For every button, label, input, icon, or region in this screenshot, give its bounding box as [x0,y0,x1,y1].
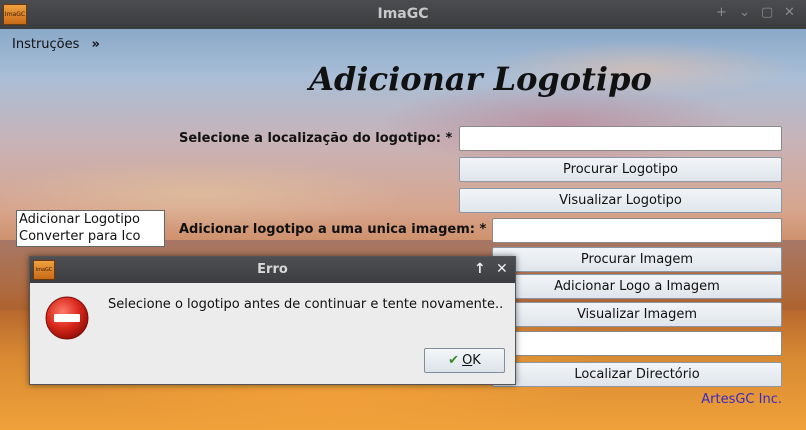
logo-path-field[interactable] [459,126,782,151]
browse-image-button[interactable]: Procurar Imagem [492,247,782,272]
minimize-button[interactable]: ⌄ [739,5,750,20]
window-titlebar: ImaGC ImaGC + ⌄ ▢ ✕ [0,0,806,29]
maximize-button[interactable]: ▢ [761,5,773,20]
locate-directory-button[interactable]: Localizar Directório [492,362,782,387]
menu-arrow-icon: » [91,37,100,52]
list-item[interactable]: Converter para Ico [19,228,164,245]
ok-check-icon: ✔ [448,353,460,368]
ok-label-rest: K [472,353,481,368]
close-button[interactable]: ✕ [784,5,795,20]
add-logo-to-image-button[interactable]: Adicionar Logo a Imagem [492,274,782,299]
dialog-title: Erro [257,262,288,277]
directory-path-field[interactable] [492,331,782,356]
error-dialog: ImaGC Erro ↑ ✕ Selecione o logotipo ante… [29,256,516,385]
browse-logo-button[interactable]: Procurar Logotipo [459,157,782,182]
window-title: ImaGC [377,6,429,22]
single-image-label: Adicionar logotipo a uma unica imagem: * [179,222,487,237]
mode-list[interactable]: Adicionar Logotipo Converter para Ico [16,210,165,247]
view-logo-button[interactable]: Visualizar Logotipo [459,188,782,213]
dialog-keep-above-icon[interactable]: ↑ [474,261,486,277]
ok-button[interactable]: ✔ OK [424,348,505,373]
image-path-field[interactable] [492,218,782,243]
dialog-message: Selecione o logotipo antes de continuar … [108,297,504,312]
ok-mnemonic: O [462,353,473,368]
instructions-menu[interactable]: Instruções » [12,37,100,52]
keep-above-button[interactable]: + [716,5,727,20]
view-image-button[interactable]: Visualizar Imagem [492,302,782,327]
list-item[interactable]: Adicionar Logotipo [19,211,164,228]
dialog-titlebar: ImaGC Erro ↑ ✕ [30,257,515,283]
error-stop-icon [45,296,89,340]
dialog-close-icon[interactable]: ✕ [496,261,508,277]
credit-text: ArtesGC Inc. [701,392,782,407]
logo-location-label: Selecione a localização do logotipo: * [179,131,453,146]
page-title: Adicionar Logotipo [309,60,652,98]
instructions-menu-label: Instruções [12,37,80,52]
